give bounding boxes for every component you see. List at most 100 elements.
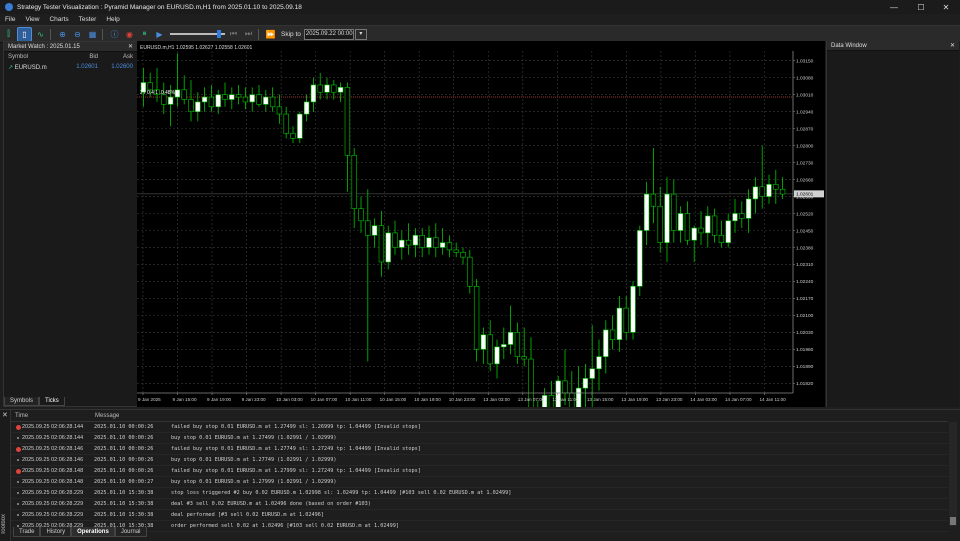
log-time: 2025.09.25 02:06:28.229	[22, 501, 84, 507]
price-chart[interactable]: 1.03150 1.03080 1.03010 1.02940 1.02870 1.028…	[137, 41, 825, 447]
candle-body	[324, 84, 330, 93]
candle-body	[147, 82, 153, 91]
log-scrollbar-thumb[interactable]	[950, 517, 956, 525]
skip-to-date-input[interactable]: 2025.09.22 00:00	[303, 28, 354, 40]
candle-body	[453, 249, 459, 253]
log-row[interactable]: 2025.09.25 02:06:28.146 2025.01.10 00:00:…	[11, 455, 948, 466]
candle-body	[317, 84, 323, 93]
candle-body	[766, 184, 772, 197]
log-header: Time Message	[11, 411, 948, 422]
market-watch-row[interactable]: ↗ EURUSD.m 1.02601 1.02600	[4, 62, 137, 72]
minimize-button[interactable]: —	[880, 0, 908, 14]
data-window-close-icon[interactable]: ✕	[950, 42, 955, 49]
speed-slider[interactable]	[170, 29, 225, 39]
candle-body	[283, 113, 289, 134]
candle-body	[555, 380, 561, 408]
info-dot-icon	[14, 514, 22, 516]
log-scrollbar[interactable]	[949, 422, 957, 526]
column-bid[interactable]: Bid	[68, 54, 98, 60]
log-row[interactable]: 2025.09.25 02:06:28.148 2025.01.10 00:00:…	[11, 477, 948, 488]
info-button[interactable]: ⓘ	[108, 28, 121, 41]
tab-journal[interactable]: Journal	[114, 527, 147, 537]
candle-body	[256, 94, 262, 105]
toolbar-separator	[258, 28, 259, 40]
log-message: buy stop 0.01 EURUSD.m at 1.27999 (1.029…	[171, 479, 337, 485]
candle-body	[365, 220, 371, 236]
market-watch-panel: Market Watch : 2025.01.15 ✕ Symbol Bid A…	[3, 41, 138, 407]
step-back-button[interactable]: ⏮	[227, 28, 240, 41]
candle-body	[473, 285, 480, 350]
calendar-icon: ▾	[359, 30, 363, 37]
toolbox-close-icon[interactable]: ✕	[2, 411, 8, 419]
bar-chart-button[interactable]: ⫿	[2, 28, 15, 41]
zoom-in-button[interactable]: ⊕	[56, 28, 69, 41]
tab-history[interactable]: History	[40, 527, 72, 537]
tab-symbols[interactable]: Symbols	[4, 397, 40, 406]
menu-view[interactable]: View	[20, 16, 44, 23]
close-button[interactable]: ✕	[932, 0, 960, 14]
candle-body	[201, 96, 208, 103]
zoom-out-button[interactable]: ⊖	[71, 28, 84, 41]
log-row[interactable]: 2025.09.25 02:06:28.144 2025.01.10 00:00:…	[11, 433, 948, 444]
column-symbol[interactable]: Symbol	[4, 54, 68, 60]
skip-to-icon-button[interactable]: ⏩	[264, 28, 277, 41]
log-row[interactable]: 2025.09.25 02:06:28.146 2025.01.10 00:00:…	[11, 444, 948, 455]
menu-bar: File View Charts Tester Help	[0, 14, 960, 25]
toolbox-side-strip: ✕ Toolbox	[0, 410, 11, 541]
price-label: 1.02310	[796, 262, 814, 268]
candle-body	[637, 230, 643, 287]
price-label: 1.01960	[796, 347, 814, 353]
candle-body	[501, 344, 507, 348]
candle-body	[725, 220, 731, 243]
bid-value: 1.02601	[76, 64, 98, 70]
candlestick-button[interactable]: ▯	[17, 26, 32, 42]
toolbar-separator	[102, 28, 103, 40]
toolbar-separator	[50, 28, 51, 40]
market-watch-close-icon[interactable]: ✕	[128, 43, 133, 50]
log-row[interactable]: 2025.09.25 02:06:28.148 2025.01.10 00:00:…	[11, 466, 948, 477]
time-label: 10 Jan 23:00	[449, 397, 476, 402]
line-chart-button[interactable]: ∿	[34, 28, 47, 41]
candle-body	[249, 94, 255, 103]
column-ask[interactable]: Ask	[98, 54, 133, 60]
pause-button[interactable]: ⏸	[138, 28, 151, 41]
calendar-dropdown-button[interactable]: ▾	[354, 28, 367, 40]
column-message[interactable]: Message	[95, 413, 119, 419]
speed-slider-thumb[interactable]	[216, 30, 221, 38]
candle-body	[752, 186, 759, 200]
play-button[interactable]: ▶	[153, 28, 166, 41]
grid-button[interactable]: ▦	[86, 28, 99, 41]
log-row[interactable]: 2025.09.25 02:06:28.144 2025.01.10 00:00:…	[11, 422, 948, 433]
maximize-button[interactable]: ☐	[907, 0, 935, 14]
candle-body	[677, 213, 684, 231]
log-row[interactable]: 2025.09.25 02:06:28.229 2025.01.10 15:30:…	[11, 521, 948, 532]
menu-charts[interactable]: Charts	[44, 16, 73, 23]
log-row[interactable]: 2025.09.25 02:06:28.229 2025.01.10 15:30:…	[11, 510, 948, 521]
candle-body	[745, 198, 752, 219]
info-dot-icon	[14, 459, 22, 461]
log-message: buy stop 0.01 EURUSD.m at 1.27749 (1.029…	[171, 457, 337, 463]
step-forward-icon: ⏭	[244, 29, 253, 38]
log-row[interactable]: 2025.09.25 02:06:28.229 2025.01.10 15:30:…	[11, 488, 948, 499]
symbol-name: EURUSD.m	[14, 64, 47, 71]
column-time[interactable]: Time	[11, 413, 95, 419]
step-forward-button[interactable]: ⏭	[242, 28, 255, 41]
tab-ticks[interactable]: Ticks	[39, 397, 65, 406]
menu-tester[interactable]: Tester	[74, 16, 102, 23]
candlestick-chart[interactable]: 1.03150 1.03080 1.03010 1.02940 1.02870 1.028…	[137, 41, 825, 447]
stop-button[interactable]: ◉	[123, 28, 136, 41]
price-label: 1.03150	[796, 59, 814, 65]
price-label: 1.02100	[796, 313, 814, 319]
candle-body	[222, 94, 228, 100]
toolbox-panel: ✕ Toolbox Time Message 2025.09.25 02:06:…	[0, 409, 960, 541]
tab-operations[interactable]: Operations	[71, 527, 115, 537]
log-message: failed buy stop 0.01 EURUSD.m at 1.27999…	[171, 468, 421, 474]
candle-body	[630, 285, 636, 333]
menu-help[interactable]: Help	[101, 16, 124, 23]
candle-body	[371, 225, 378, 236]
tab-trade[interactable]: Trade	[13, 527, 41, 537]
log-row[interactable]: 2025.09.25 02:06:28.229 2025.01.10 15:30:…	[11, 499, 948, 510]
candle-body	[705, 215, 711, 234]
log-source-time: 2025.01.10 15:30:38	[94, 490, 154, 496]
menu-file[interactable]: File	[0, 16, 20, 23]
